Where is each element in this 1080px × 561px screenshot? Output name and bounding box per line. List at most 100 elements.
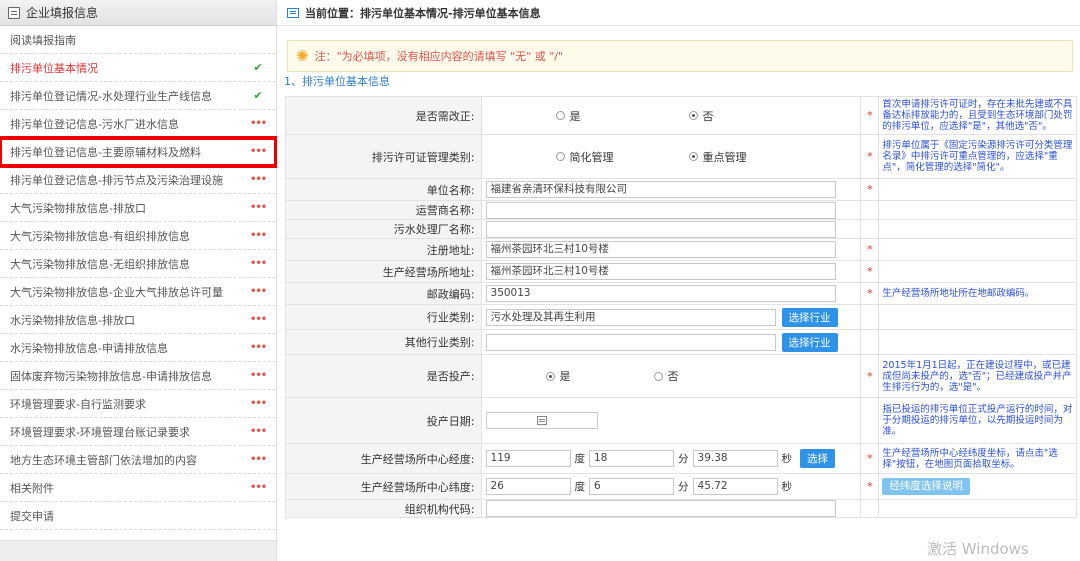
longitude-minute-input[interactable]: 18 <box>589 450 675 467</box>
sidebar-item-air-organized[interactable]: 大气污染物排放信息-有组织排放信息 ••• <box>0 222 276 250</box>
sidebar-item-ledger[interactable]: 环境管理要求-环境管理台账记录要求 ••• <box>0 418 276 446</box>
lightbulb-icon: ✺ <box>296 47 309 65</box>
form-row-permit-category: 排污许可证管理类别: 简化管理 重点管理 * 排污单位属于《固定污染源排污许可分… <box>285 134 1077 179</box>
sidebar-item-local-content[interactable]: 地方生态环境主管部门依法增加的内容 ••• <box>0 446 276 474</box>
sidebar-item-self-monitoring[interactable]: 环境管理要求-自行监测要求 ••• <box>0 390 276 418</box>
postcode-input[interactable]: 350013 <box>485 285 836 302</box>
required-mark: * <box>860 473 880 500</box>
sidebar-item-attachments[interactable]: 相关附件 ••• <box>0 474 276 502</box>
sidebar-item-solid-waste[interactable]: 固体废弃物污染物排放信息-申请排放信息 ••• <box>0 362 276 390</box>
field-label: 污水处理厂名称: <box>285 219 482 239</box>
form-row-postcode: 邮政编码: 350013 * 生产经营场所地址所在地邮政编码。 <box>285 282 1077 305</box>
section-title: 1、排污单位基本信息 <box>284 75 390 88</box>
form-row-latitude: 生产经营场所中心纬度: 26 度 6分 45.72 秒 * 经纬度选择说明 <box>285 473 1077 500</box>
sidebar: 企业填报信息 阅读填报指南 排污单位基本情况 ✔ 排污单位登记情况-水处理行业生产… <box>0 0 278 561</box>
sidebar-item-label: 固体废弃物污染物排放信息-申请排放信息 <box>10 369 212 383</box>
sidebar-item-water-apply[interactable]: 水污染物排放信息-申请排放信息 ••• <box>0 334 276 362</box>
latitude-degree-input[interactable]: 26 <box>485 478 571 495</box>
form-row-production-date: 投产日期: 指已投运的排污单位正式投产运行的时间，对于分期投运的排污单位，以先期… <box>285 397 1077 444</box>
pending-icon: ••• <box>250 370 267 381</box>
pending-icon: ••• <box>250 342 267 353</box>
reg-address-input[interactable]: 福州茶园环北三村10号楼 <box>485 241 836 258</box>
sidebar-item-label: 排污单位登记信息-主要原辅材料及燃料 <box>10 145 201 159</box>
radio-production-no[interactable]: 否 <box>653 368 679 384</box>
field-hint: 指已投运的排污单位正式投产运行的时间，对于分期投运的排污单位，以先期投运时间为准… <box>878 397 1077 444</box>
sidebar-title: 企业填报信息 <box>26 6 99 20</box>
pending-icon: ••• <box>250 426 267 437</box>
sidebar-item-label: 排污单位登记情况-水处理行业生产线信息 <box>10 89 212 103</box>
operator-name-input[interactable] <box>485 201 836 219</box>
pending-icon: ••• <box>250 230 267 241</box>
sidebar-item-water-outlet[interactable]: 水污染物排放信息-排放口 ••• <box>0 306 276 334</box>
select-other-industry-button[interactable]: 选择行业 <box>781 332 838 352</box>
field-label: 生产经营场所中心纬度: <box>285 473 482 500</box>
select-coordinate-button[interactable]: 选择 <box>800 449 836 468</box>
plant-name-input[interactable] <box>485 220 836 238</box>
radio-rectify-yes[interactable]: 是 <box>555 108 681 124</box>
radio-simple-management[interactable]: 简化管理 <box>555 149 681 165</box>
sidebar-item-facilities[interactable]: 排污单位登记信息-排污节点及污染治理设施 ••• <box>0 166 276 194</box>
required-mark: * <box>860 178 880 201</box>
pending-icon: ••• <box>250 258 267 269</box>
form-row-org-code: 组织机构代码: <box>285 499 1077 518</box>
production-date-input[interactable] <box>485 412 598 429</box>
notice-banner: ✺ 注："为必填项，没有相应内容的请填写 "无" 或 "/" <box>287 40 1073 72</box>
longitude-second-input[interactable]: 39.38 <box>692 450 778 467</box>
field-label: 单位名称: <box>285 178 482 201</box>
basic-info-form: 是否需改正: 是 否 * 首次申请排污许可证时，存在未批先建或不具备达标排放能力… <box>285 96 1077 518</box>
latitude-second-input[interactable]: 45.72 <box>692 478 778 495</box>
form-row-operator: 运营商名称: <box>285 200 1077 220</box>
sidebar-item-materials[interactable]: 排污单位登记信息-主要原辅材料及燃料 ••• <box>0 136 278 168</box>
pending-icon: ••• <box>250 174 267 185</box>
field-label: 邮政编码: <box>285 282 482 305</box>
field-hint: 排污单位属于《固定污染源排污许可分类管理名录》中排污许可重点管理的，应选择"重点… <box>878 134 1077 179</box>
breadcrumb: 当前位置：排污单位基本情况-排污单位基本信息 <box>277 0 1080 26</box>
sidebar-item-label: 排污单位基本情况 <box>10 61 98 75</box>
field-label: 其他行业类别: <box>285 329 482 355</box>
sidebar-item-air-unorganized[interactable]: 大气污染物排放信息-无组织排放信息 ••• <box>0 250 276 278</box>
pending-icon: ••• <box>250 454 267 465</box>
latitude-minute-input[interactable]: 6 <box>589 478 675 495</box>
pending-icon: ••• <box>250 202 267 213</box>
field-label: 组织机构代码: <box>285 499 482 518</box>
radio-rectify-no[interactable]: 否 <box>688 108 714 124</box>
required-mark: * <box>860 354 880 398</box>
sidebar-item-basic-info[interactable]: 排污单位基本情况 ✔ <box>0 54 276 82</box>
sidebar-item-influent[interactable]: 排污单位登记信息-污水厂进水信息 ••• <box>0 110 276 138</box>
sidebar-item-label: 大气污染物排放信息-有组织排放信息 <box>10 229 190 243</box>
sidebar-item-guide[interactable]: 阅读填报指南 <box>0 26 276 54</box>
unit-name-input[interactable]: 福建省亲清环保科技有限公司 <box>485 181 836 198</box>
sidebar-item-air-outlet[interactable]: 大气污染物排放信息-排放口 ••• <box>0 194 276 222</box>
sidebar-item-label: 环境管理要求-环境管理台账记录要求 <box>10 425 190 439</box>
site-address-input[interactable]: 福州茶园环北三村10号楼 <box>485 263 836 280</box>
sidebar-item-production-line[interactable]: 排污单位登记情况-水处理行业生产线信息 ✔ <box>0 82 276 110</box>
radio-key-management[interactable]: 重点管理 <box>688 149 747 165</box>
form-row-unit-name: 单位名称: 福建省亲清环保科技有限公司 * <box>285 178 1077 201</box>
field-label: 生产经营场所中心经度: <box>285 443 482 474</box>
field-label: 生产经营场所地址: <box>285 260 482 283</box>
sidebar-item-label: 排污单位登记信息-排污节点及污染治理设施 <box>10 173 223 187</box>
field-label: 运营商名称: <box>285 200 482 220</box>
check-icon: ✔ <box>253 89 263 102</box>
form-icon <box>8 6 20 19</box>
radio-production-yes[interactable]: 是 <box>545 368 646 384</box>
breadcrumb-text: 当前位置：排污单位基本情况-排污单位基本信息 <box>305 6 541 20</box>
field-label: 排污许可证管理类别: <box>285 134 482 179</box>
org-code-input[interactable] <box>485 500 836 517</box>
form-row-in-production: 是否投产: 是 否 * 2015年1月1日起，正在建设过程中，或已建成但尚未投产… <box>285 354 1077 398</box>
other-industry-input[interactable] <box>485 333 776 351</box>
longitude-degree-input[interactable]: 119 <box>485 450 571 467</box>
form-row-need-rectify: 是否需改正: 是 否 * 首次申请排污许可证时，存在未批先建或不具备达标排放能力… <box>285 96 1077 135</box>
sidebar-item-air-total[interactable]: 大气污染物排放信息-企业大气排放总许可量 ••• <box>0 278 276 306</box>
field-hint: 首次申请排污许可证时，存在未批先建或不具备达标排放能力的，且受到生态环境部门处罚… <box>878 96 1077 135</box>
field-hint: 2015年1月1日起，正在建设过程中，或已建成但尚未投产的，选"否"；已经建成投… <box>878 354 1077 398</box>
industry-input[interactable]: 污水处理及其再生利用 <box>485 308 776 326</box>
select-industry-button[interactable]: 选择行业 <box>781 307 838 327</box>
field-hint: 生产经营场所地址所在地邮政编码。 <box>878 282 1077 305</box>
coordinate-help-button[interactable]: 经纬度选择说明 <box>882 478 970 495</box>
field-label: 是否需改正: <box>285 96 482 135</box>
notice-text: 注："为必填项，没有相应内容的请填写 "无" 或 "/" <box>314 50 564 63</box>
sidebar-item-submit[interactable]: 提交申请 <box>0 502 276 530</box>
sidebar-item-label: 大气污染物排放信息-企业大气排放总许可量 <box>10 285 223 299</box>
calendar-icon <box>536 416 547 425</box>
